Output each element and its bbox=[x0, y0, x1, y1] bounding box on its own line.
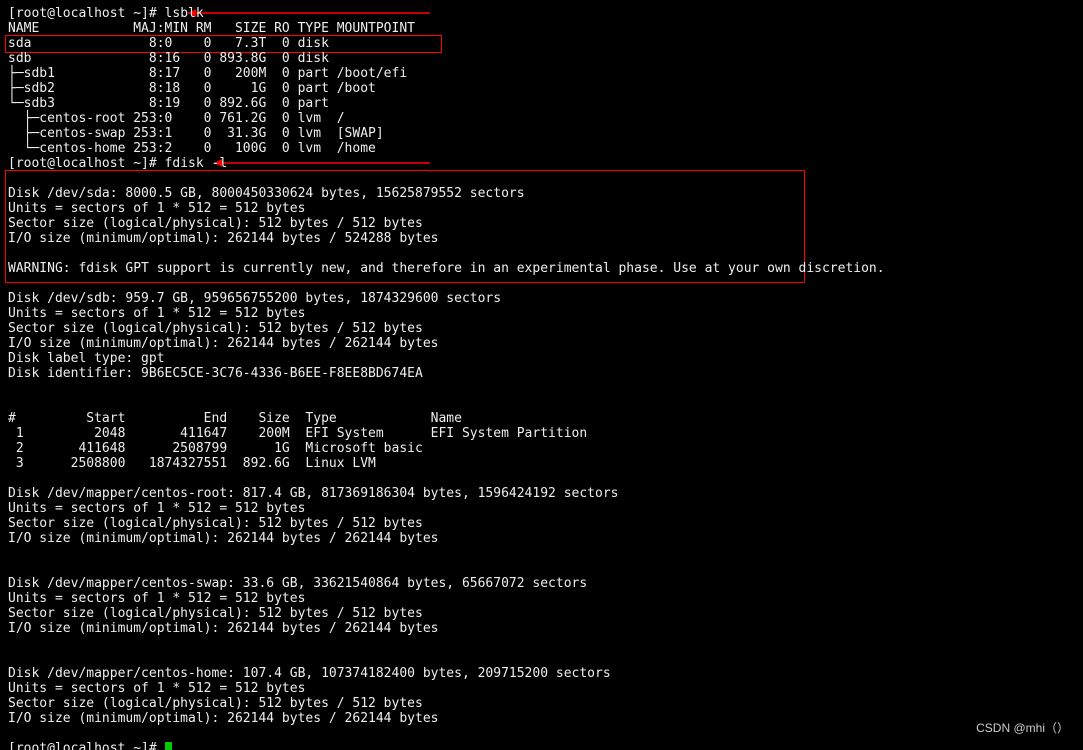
fdisk-output-line: Disk /dev/mapper/centos-home: 107.4 GB, … bbox=[8, 666, 611, 681]
fdisk-output-line: Sector size (logical/physical): 512 byte… bbox=[8, 321, 423, 336]
fdisk-output-line: Sector size (logical/physical): 512 byte… bbox=[8, 696, 423, 711]
fdisk-output-line: Units = sectors of 1 * 512 = 512 bytes bbox=[8, 681, 305, 696]
fdisk-output-line: Disk /dev/mapper/centos-root: 817.4 GB, … bbox=[8, 486, 618, 501]
lsblk-row: └─sdb3 8:19 0 892.6G 0 part bbox=[8, 96, 337, 111]
shell-prompt: [root@localhost ~]# bbox=[8, 156, 165, 171]
shell-prompt: [root@localhost ~]# bbox=[8, 741, 165, 750]
shell-prompt: [root@localhost ~]# bbox=[8, 6, 165, 21]
fdisk-output-line: Sector size (logical/physical): 512 byte… bbox=[8, 516, 423, 531]
lsblk-row: sda 8:0 0 7.3T 0 disk bbox=[8, 36, 337, 51]
fdisk-output-line: Disk label type: gpt bbox=[8, 351, 165, 366]
fdisk-output-line: 3 2508800 1874327551 892.6G Linux LVM bbox=[8, 456, 431, 471]
fdisk-output-line: Units = sectors of 1 * 512 = 512 bytes bbox=[8, 201, 305, 216]
lsblk-row: ├─sdb1 8:17 0 200M 0 part /boot/efi bbox=[8, 66, 407, 81]
lsblk-row: └─centos-home 253:2 0 100G 0 lvm /home bbox=[8, 141, 376, 156]
command-lsblk: lsblk bbox=[165, 6, 204, 21]
fdisk-output-line: # Start End Size Type Name bbox=[8, 411, 462, 426]
lsblk-header: NAME MAJ:MIN RM SIZE RO TYPE MOUNTPOINT bbox=[8, 21, 415, 36]
fdisk-output-line: Units = sectors of 1 * 512 = 512 bytes bbox=[8, 501, 305, 516]
lsblk-row: sdb 8:16 0 893.8G 0 disk bbox=[8, 51, 337, 66]
fdisk-output-line: 1 2048 411647 200M EFI System EFI System… bbox=[8, 426, 587, 441]
fdisk-output-line: I/O size (minimum/optimal): 262144 bytes… bbox=[8, 621, 438, 636]
fdisk-output-line: I/O size (minimum/optimal): 262144 bytes… bbox=[8, 531, 438, 546]
fdisk-output-line: Disk /dev/sda: 8000.5 GB, 8000450330624 … bbox=[8, 186, 525, 201]
lsblk-row: ├─centos-root 253:0 0 761.2G 0 lvm / bbox=[8, 111, 345, 126]
fdisk-output-line: Disk /dev/mapper/centos-swap: 33.6 GB, 3… bbox=[8, 576, 587, 591]
fdisk-output-line: WARNING: fdisk GPT support is currently … bbox=[8, 261, 885, 276]
watermark: CSDN @mhi（） bbox=[976, 721, 1069, 736]
command-fdisk: fdisk -l bbox=[165, 156, 228, 171]
fdisk-output-line: Units = sectors of 1 * 512 = 512 bytes bbox=[8, 591, 305, 606]
fdisk-output-line: I/O size (minimum/optimal): 262144 bytes… bbox=[8, 231, 438, 246]
fdisk-output-line: Units = sectors of 1 * 512 = 512 bytes bbox=[8, 306, 305, 321]
lsblk-row: ├─centos-swap 253:1 0 31.3G 0 lvm [SWAP] bbox=[8, 126, 384, 141]
cursor[interactable] bbox=[165, 742, 172, 750]
lsblk-row: ├─sdb2 8:18 0 1G 0 part /boot bbox=[8, 81, 376, 96]
fdisk-output-line: I/O size (minimum/optimal): 262144 bytes… bbox=[8, 711, 438, 726]
fdisk-output-line: Sector size (logical/physical): 512 byte… bbox=[8, 216, 423, 231]
fdisk-output-line: Sector size (logical/physical): 512 byte… bbox=[8, 606, 423, 621]
fdisk-output-line: I/O size (minimum/optimal): 262144 bytes… bbox=[8, 336, 438, 351]
fdisk-output-line: Disk identifier: 9B6EC5CE-3C76-4336-B6EE… bbox=[8, 366, 423, 381]
terminal-output: [root@localhost ~]# lsblk NAME MAJ:MIN R… bbox=[0, 0, 1083, 750]
fdisk-output-line: 2 411648 2508799 1G Microsoft basic bbox=[8, 441, 431, 456]
fdisk-output-line: Disk /dev/sdb: 959.7 GB, 959656755200 by… bbox=[8, 291, 501, 306]
